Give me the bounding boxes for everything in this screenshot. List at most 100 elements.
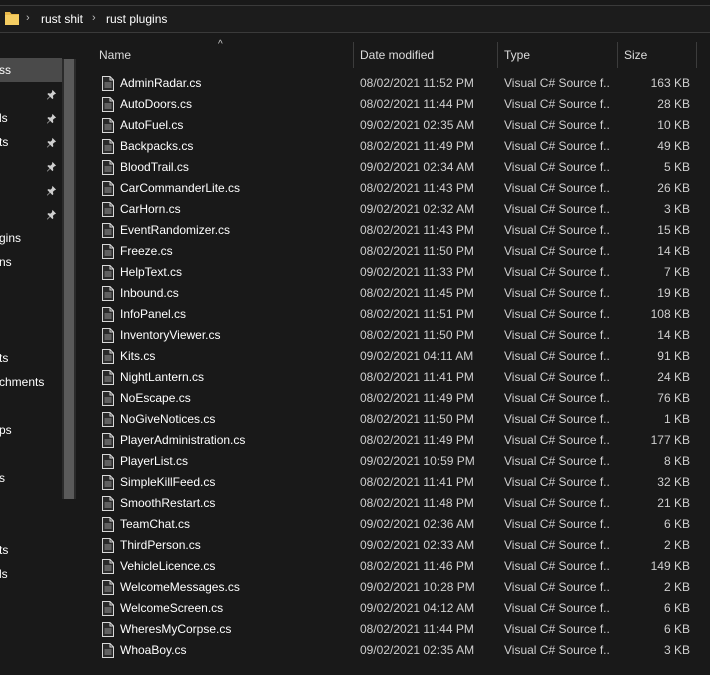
file-row[interactable]: SmoothRestart.cs 08/02/2021 11:48 PM Visua… [100, 493, 710, 514]
column-header-size[interactable]: Size [624, 42, 647, 68]
file-date: 08/02/2021 11:46 PM [360, 559, 474, 573]
nav-item[interactable]: ss [0, 58, 62, 82]
nav-item[interactable]: ls [0, 106, 62, 130]
file-row[interactable]: ThirdPerson.cs 09/02/2021 02:33 AM Visual … [100, 535, 710, 556]
file-size: 14 KB [657, 244, 690, 258]
file-date: 08/02/2021 11:49 PM [360, 433, 474, 447]
file-row[interactable]: SimpleKillFeed.cs 08/02/2021 11:41 PM Visu… [100, 472, 710, 493]
file-size: 6 KB [663, 622, 690, 636]
cs-file-icon [102, 643, 114, 658]
breadcrumb-rust-shit[interactable]: rust shit [41, 12, 83, 26]
file-date: 09/02/2021 10:28 PM [360, 580, 475, 594]
nav-item[interactable] [0, 394, 62, 418]
nav-item[interactable] [0, 82, 62, 106]
cs-file-icon [102, 328, 114, 343]
nav-item[interactable] [0, 202, 62, 226]
nav-scrollbar[interactable] [62, 59, 76, 499]
file-row[interactable]: NightLantern.cs 08/02/2021 11:41 PM Visual… [100, 367, 710, 388]
file-name: NoGiveNotices.cs [120, 412, 216, 426]
address-box[interactable]: › rust shit › rust plugins [0, 5, 710, 33]
file-row[interactable]: AdminRadar.cs 08/02/2021 11:52 PM Visual C… [100, 73, 710, 94]
file-name: NightLantern.cs [120, 370, 205, 384]
cs-file-icon [102, 622, 114, 637]
nav-item[interactable]: gins [0, 226, 62, 250]
file-row[interactable]: VehicleLicence.cs 08/02/2021 11:46 PM Visu… [100, 556, 710, 577]
chevron-right-icon[interactable]: › [26, 12, 30, 24]
cs-file-icon [102, 601, 114, 616]
nav-item[interactable]: ls [0, 562, 62, 586]
file-row[interactable]: NoEscape.cs 08/02/2021 11:49 PM Visual C# … [100, 388, 710, 409]
file-row[interactable]: InventoryViewer.cs 08/02/2021 11:50 PM Vis… [100, 325, 710, 346]
file-row[interactable]: NoGiveNotices.cs 08/02/2021 11:50 PM Visua… [100, 409, 710, 430]
file-row[interactable]: AutoFuel.cs 09/02/2021 02:35 AM Visual C# … [100, 115, 710, 136]
chevron-right-icon[interactable]: › [92, 12, 96, 24]
nav-item[interactable]: ps [0, 418, 62, 442]
nav-item-label: ts [0, 543, 9, 557]
pin-icon [46, 137, 57, 148]
file-type: Visual C# Source f... [504, 538, 610, 552]
nav-item[interactable]: ts [0, 130, 62, 154]
column-divider[interactable] [617, 42, 618, 68]
nav-item[interactable] [0, 514, 62, 538]
file-type: Visual C# Source f... [504, 265, 610, 279]
column-header-name[interactable]: Name [99, 42, 131, 68]
nav-item[interactable] [0, 154, 62, 178]
file-type: Visual C# Source f... [504, 622, 610, 636]
pin-icon [46, 161, 57, 172]
file-type: Visual C# Source f... [504, 181, 610, 195]
file-size: 10 KB [657, 118, 690, 132]
file-row[interactable]: TeamChat.cs 09/02/2021 02:36 AM Visual C# … [100, 514, 710, 535]
file-row[interactable]: WelcomeMessages.cs 09/02/2021 10:28 PM Vis… [100, 577, 710, 598]
nav-scroll-thumb[interactable] [64, 59, 74, 499]
file-name: EventRandomizer.cs [120, 223, 231, 237]
file-date: 08/02/2021 11:41 PM [360, 370, 474, 384]
file-row[interactable]: Inbound.cs 08/02/2021 11:45 PM Visual C# S… [100, 283, 710, 304]
nav-item[interactable]: ts [0, 538, 62, 562]
nav-item[interactable]: ts [0, 346, 62, 370]
file-row[interactable]: CarCommanderLite.cs 08/02/2021 11:43 PM Vi… [100, 178, 710, 199]
file-size: 177 KB [650, 433, 690, 447]
column-header-date[interactable]: Date modified [360, 42, 434, 68]
file-name: Inbound.cs [120, 286, 179, 300]
file-size: 7 KB [663, 265, 690, 279]
file-row[interactable]: BloodTrail.cs 09/02/2021 02:34 AM Visual C… [100, 157, 710, 178]
file-row[interactable]: CarHorn.cs 09/02/2021 02:32 AM Visual C# S… [100, 199, 710, 220]
nav-item[interactable] [0, 322, 62, 346]
file-type: Visual C# Source f... [504, 391, 610, 405]
file-type: Visual C# Source f... [504, 454, 610, 468]
file-row[interactable]: Kits.cs 09/02/2021 04:11 AM Visual C# Sour… [100, 346, 710, 367]
nav-item[interactable]: chments [0, 370, 62, 394]
file-row[interactable]: EventRandomizer.cs 08/02/2021 11:43 PM Vis… [100, 220, 710, 241]
breadcrumb-rust-plugins[interactable]: rust plugins [106, 12, 167, 26]
address-bar: › rust shit › rust plugins [0, 0, 710, 38]
file-type: Visual C# Source f... [504, 496, 610, 510]
column-header-type[interactable]: Type [504, 42, 530, 68]
column-divider[interactable] [497, 42, 498, 68]
column-divider[interactable] [696, 42, 697, 68]
file-row[interactable]: Backpacks.cs 08/02/2021 11:49 PM Visual C#… [100, 136, 710, 157]
nav-item[interactable] [0, 274, 62, 298]
file-date: 08/02/2021 11:48 PM [360, 496, 474, 510]
nav-item[interactable] [0, 442, 62, 466]
file-row[interactable]: Freeze.cs 08/02/2021 11:50 PM Visual C# So… [100, 241, 710, 262]
file-row[interactable]: WelcomeScreen.cs 09/02/2021 04:12 AM Visua… [100, 598, 710, 619]
nav-item[interactable]: ns [0, 250, 62, 274]
file-row[interactable]: WheresMyCorpse.cs 08/02/2021 11:44 PM Visu… [100, 619, 710, 640]
file-row[interactable]: PlayerList.cs 09/02/2021 10:59 PM Visual C… [100, 451, 710, 472]
nav-item[interactable]: s [0, 466, 62, 490]
file-row[interactable]: AutoDoors.cs 08/02/2021 11:44 PM Visual C#… [100, 94, 710, 115]
file-row[interactable]: InfoPanel.cs 08/02/2021 11:51 PM Visual C#… [100, 304, 710, 325]
file-size: 15 KB [657, 223, 690, 237]
nav-item[interactable] [0, 298, 62, 322]
file-size: 108 KB [650, 307, 690, 321]
file-row[interactable]: WhoaBoy.cs 09/02/2021 02:35 AM Visual C# S… [100, 640, 710, 661]
file-size: 19 KB [657, 286, 690, 300]
nav-item[interactable] [0, 178, 62, 202]
file-row[interactable]: PlayerAdministration.cs 08/02/2021 11:49 … [100, 430, 710, 451]
nav-item-label: chments [0, 375, 45, 389]
file-name: CarHorn.cs [120, 202, 181, 216]
file-row[interactable]: HelpText.cs 09/02/2021 11:33 PM Visual C# … [100, 262, 710, 283]
nav-item[interactable] [0, 490, 62, 514]
column-divider[interactable] [353, 42, 354, 68]
file-name: HelpText.cs [120, 265, 183, 279]
